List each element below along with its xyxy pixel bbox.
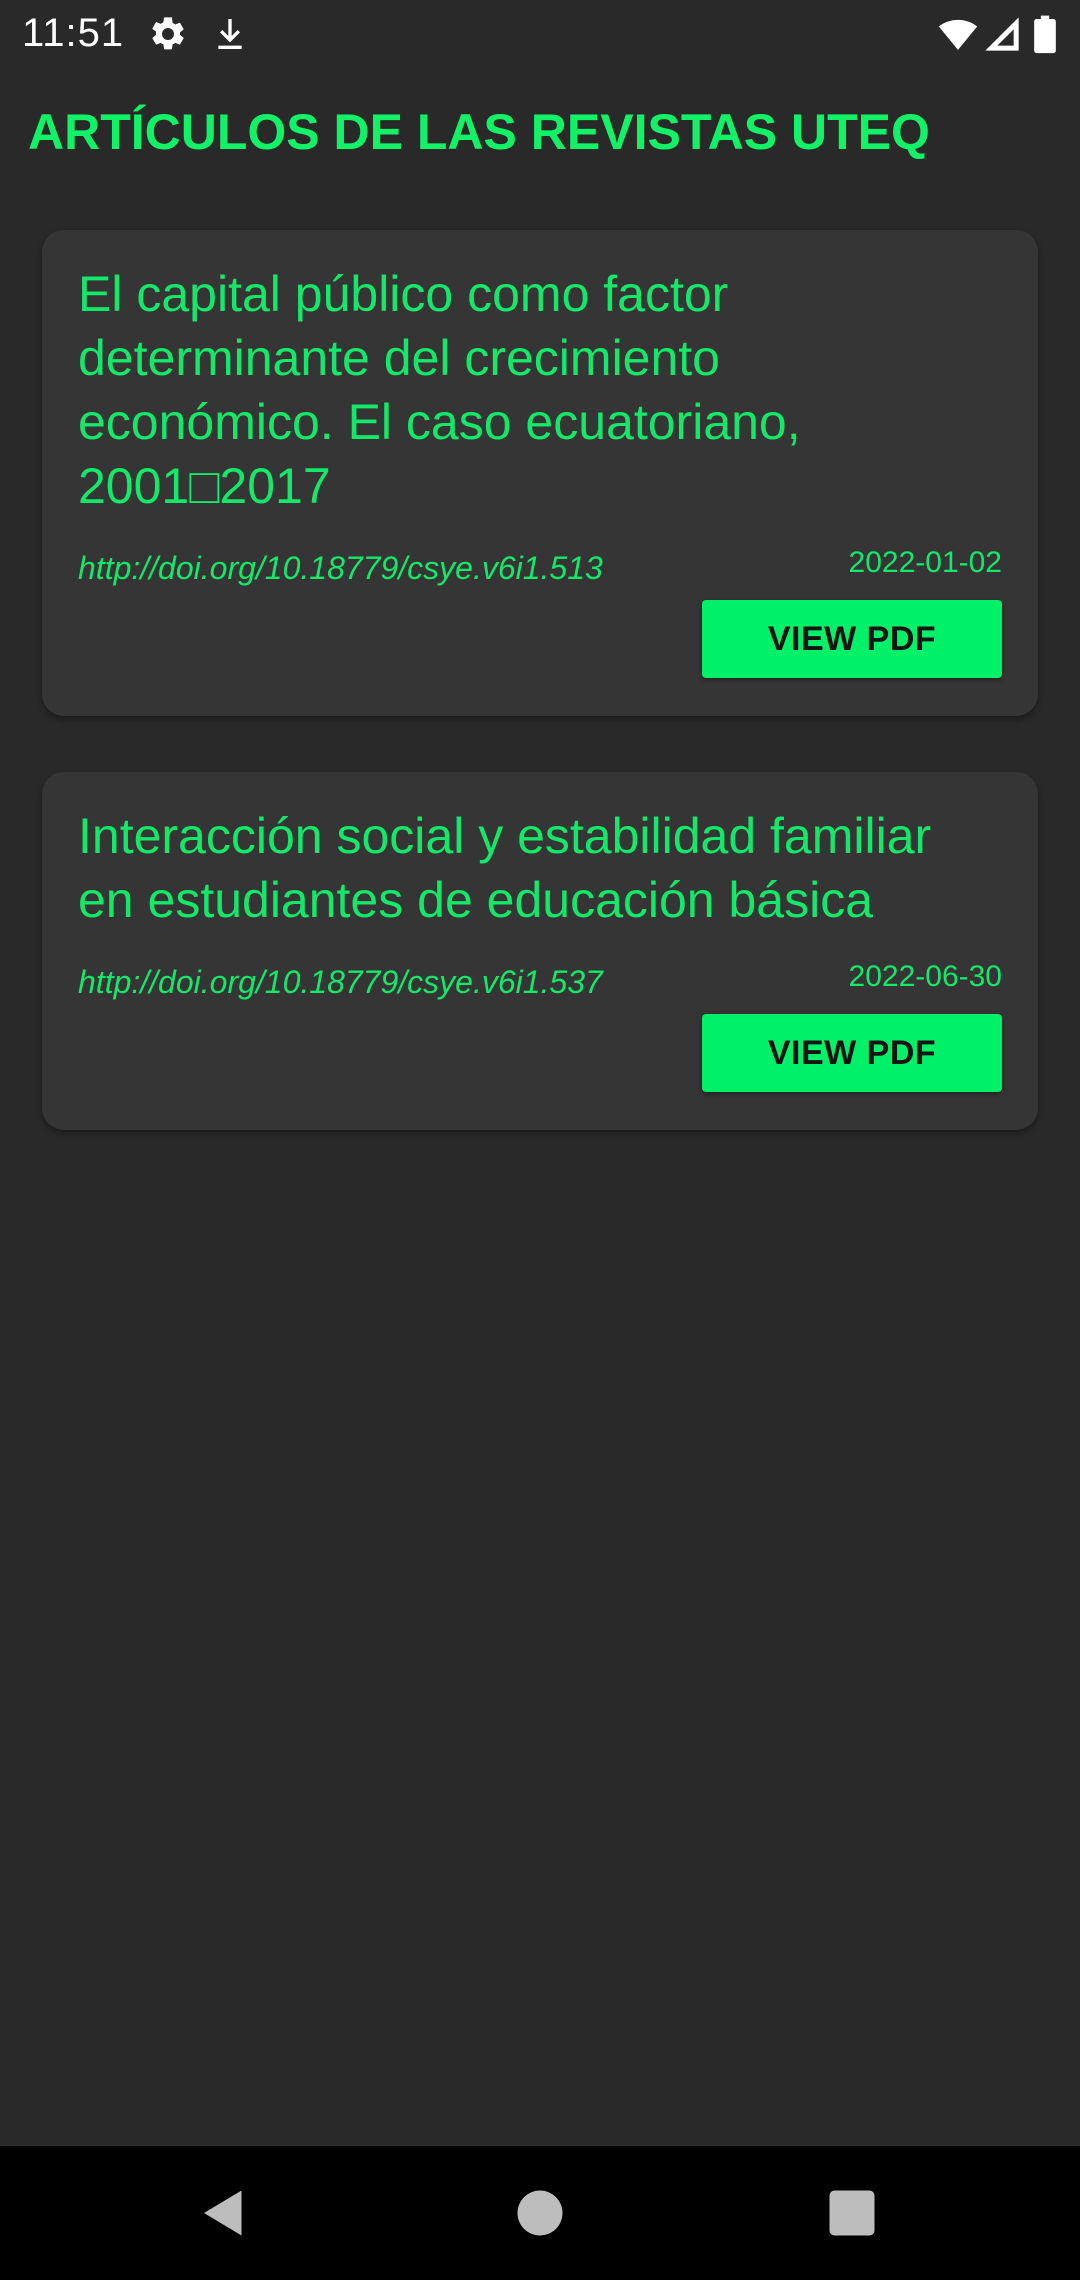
wifi-icon — [936, 14, 980, 54]
download-icon — [210, 14, 250, 54]
settings-icon — [148, 14, 188, 54]
article-card: El capital público como factor determina… — [42, 230, 1038, 716]
article-doi: http://doi.org/10.18779/csye.v6i1.537 — [78, 964, 603, 1000]
article-list: El capital público como factor determina… — [42, 230, 1038, 1186]
status-bar: 11:51 — [0, 0, 1080, 66]
article-title: El capital público como factor determina… — [78, 266, 801, 514]
article-meta: http://doi.org/10.18779/csye.v6i1.537 20… — [78, 956, 1002, 1008]
article-doi: http://doi.org/10.18779/csye.v6i1.513 — [78, 550, 603, 586]
view-pdf-button[interactable]: VIEW PDF — [702, 600, 1002, 678]
recents-icon[interactable] — [822, 2183, 882, 2243]
article-date: 2022-01-02 — [848, 546, 1002, 579]
screen: 11:51 ARTÍCULOS DE LAS REVISTAS UTEQ El … — [0, 0, 1080, 2280]
home-icon[interactable] — [510, 2183, 570, 2243]
status-time: 11:51 — [22, 11, 125, 55]
view-pdf-button[interactable]: VIEW PDF — [702, 1014, 1002, 1092]
article-meta: http://doi.org/10.18779/csye.v6i1.513 20… — [78, 542, 1002, 594]
page-title: ARTÍCULOS DE LAS REVISTAS UTEQ — [28, 104, 930, 160]
article-actions: VIEW PDF — [78, 600, 1002, 678]
back-icon[interactable] — [194, 2183, 254, 2243]
article-actions: VIEW PDF — [78, 1014, 1002, 1092]
battery-icon — [1030, 14, 1060, 54]
signal-icon — [982, 14, 1022, 54]
article-title: Interacción social y estabilidad familia… — [78, 808, 932, 928]
article-card: Interacción social y estabilidad familia… — [42, 772, 1038, 1130]
article-date: 2022-06-30 — [848, 960, 1002, 993]
navigation-bar — [0, 2146, 1080, 2280]
